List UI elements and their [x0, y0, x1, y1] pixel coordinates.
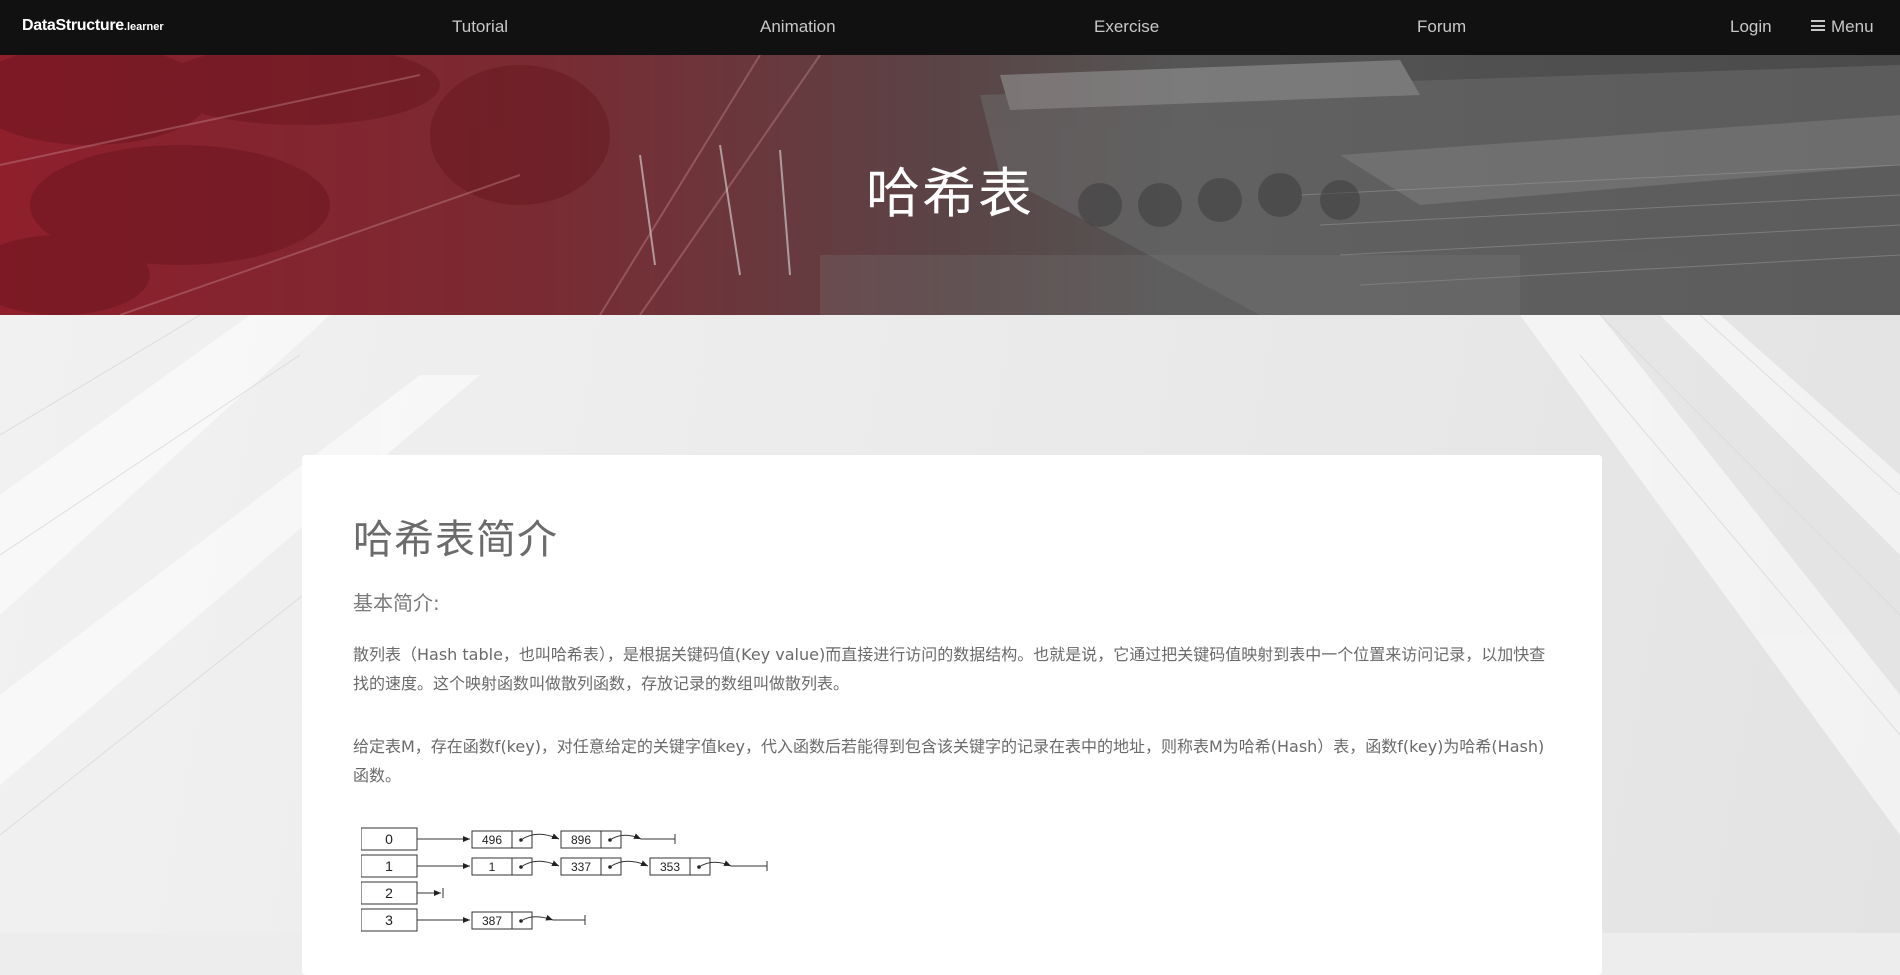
nav-link-forum[interactable]: Forum — [1417, 17, 1466, 37]
bucket-index: 2 — [385, 885, 393, 901]
bucket-index: 1 — [385, 858, 393, 874]
hash-table-diagram: 0 496 896 1 1 337 353 2 3 387 — [361, 827, 768, 932]
bucket-3: 3 387 — [361, 908, 586, 932]
menu-button[interactable]: Menu — [1811, 17, 1874, 37]
intro-paragraph: 散列表（Hash table，也叫哈希表），是根据关键码值(Key value)… — [353, 645, 1546, 693]
hamburger-icon — [1811, 20, 1825, 31]
brand-suffix: .learner — [123, 21, 164, 33]
bucket-0: 0 496 896 — [361, 827, 676, 851]
nav-link-animation[interactable]: Animation — [760, 17, 836, 37]
node-value: 896 — [571, 833, 591, 847]
bucket-index: 0 — [385, 831, 393, 847]
page-title: 哈希表 — [866, 162, 1034, 225]
brand-name: DataStructure — [22, 17, 124, 34]
menu-label: Menu — [1831, 17, 1874, 36]
section-subheading: 基本简介: — [353, 591, 440, 615]
content-card: 哈希表简介 基本简介: 散列表（Hash table，也叫哈希表），是根据关键码… — [302, 455, 1602, 975]
nav-link-tutorial[interactable]: Tutorial — [452, 17, 508, 37]
node-value: 387 — [482, 914, 502, 928]
bucket-2: 2 — [361, 881, 444, 905]
nav-link-exercise[interactable]: Exercise — [1094, 17, 1159, 37]
node-value: 337 — [571, 860, 591, 874]
brand-logo[interactable]: DataStructure.learner — [22, 17, 164, 35]
login-link[interactable]: Login — [1730, 17, 1772, 37]
bucket-index: 3 — [385, 912, 393, 928]
section-heading: 哈希表简介 — [353, 517, 558, 563]
definition-paragraph: 给定表M，存在函数f(key)，对任意给定的关键字值key，代入函数后若能得到包… — [353, 737, 1545, 785]
node-value: 496 — [482, 833, 502, 847]
node-value: 353 — [660, 860, 680, 874]
bucket-1: 1 1 337 353 — [361, 854, 768, 878]
hero-banner: 哈希表 — [0, 55, 1900, 315]
node-value: 1 — [489, 860, 496, 874]
top-navbar: DataStructure.learner Tutorial Animation… — [0, 0, 1900, 55]
